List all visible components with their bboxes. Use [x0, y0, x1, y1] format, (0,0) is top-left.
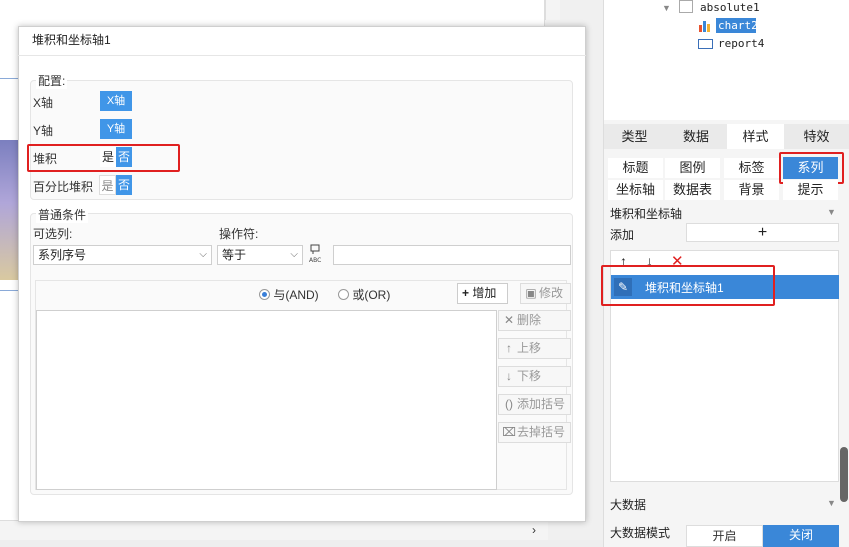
- x-axis-label: X轴: [33, 96, 54, 110]
- page-icon: [679, 0, 693, 13]
- highlight-box: [27, 144, 180, 172]
- radio-selected-icon: [259, 289, 270, 300]
- subtab-legend[interactable]: 图例: [665, 158, 720, 178]
- delete-condition-button[interactable]: ✕ 删除: [498, 310, 571, 331]
- tree-item-chart[interactable]: chart2: [716, 18, 758, 33]
- tab-effects[interactable]: 特效: [784, 124, 849, 149]
- dialog-title: 堆积和坐标轴1: [32, 33, 111, 47]
- guide-line: [0, 290, 18, 291]
- add-item-button[interactable]: +: [686, 223, 839, 242]
- big-data-mode-label: 大数据模式: [610, 526, 671, 540]
- move-down-button[interactable]: ↓ 下移: [498, 366, 571, 387]
- chevron-down-icon[interactable]: ▼: [827, 207, 836, 217]
- and-radio-label: 与(AND): [273, 288, 319, 302]
- subtab-datasheet[interactable]: 数据表: [665, 180, 720, 200]
- or-radio-label: 或(OR): [352, 288, 391, 302]
- guide-line: [0, 78, 18, 79]
- operator-select[interactable]: 等于 ⌵: [217, 245, 303, 265]
- plus-icon: +: [462, 286, 470, 300]
- close-icon: ✕: [503, 313, 515, 327]
- subtab-background[interactable]: 背景: [724, 180, 779, 200]
- move-up-label: 上移: [517, 341, 542, 355]
- add-condition-label: 增加: [472, 286, 497, 300]
- section-stack-axis: 堆积和坐标轴: [610, 207, 683, 221]
- tab-type[interactable]: 类型: [604, 124, 665, 149]
- divider: [18, 55, 586, 56]
- chevron-down-icon: ⌵: [290, 249, 298, 260]
- tab-data[interactable]: 数据: [665, 124, 727, 149]
- column-select-value: 系列序号: [38, 248, 87, 262]
- bracket-icon: (): [505, 397, 513, 411]
- remove-bracket-label: 去掉括号: [517, 425, 566, 439]
- add-condition-button[interactable]: + 增加: [457, 283, 508, 304]
- subtab-title[interactable]: 标题: [608, 158, 663, 178]
- condition-value-input[interactable]: [333, 245, 571, 265]
- chart-preview: [0, 140, 18, 280]
- y-axis-select[interactable]: Y轴: [100, 119, 132, 139]
- column-label: 可选列:: [33, 227, 73, 241]
- save-icon: ▣: [525, 286, 537, 300]
- percent-stack-label: 百分比堆积: [33, 180, 94, 194]
- arrow-down-icon: ↓: [506, 369, 512, 383]
- scroll-right-icon[interactable]: ›: [532, 523, 536, 537]
- and-radio[interactable]: 与(AND): [259, 286, 319, 303]
- percent-yes-option[interactable]: 是: [99, 175, 116, 195]
- tree-item-absolute[interactable]: absolute1: [700, 1, 760, 14]
- y-axis-label: Y轴: [33, 124, 54, 138]
- condition-legend: 普通条件: [36, 206, 89, 223]
- column-select[interactable]: 系列序号 ⌵: [33, 245, 212, 265]
- modify-condition-button[interactable]: ▣ 修改: [520, 283, 571, 304]
- status-bar: [0, 540, 603, 547]
- canvas-scrollbar[interactable]: [545, 0, 560, 20]
- horizontal-scrollbar[interactable]: [0, 520, 548, 540]
- operator-label: 操作符:: [219, 227, 259, 241]
- big-data-on-option[interactable]: 开启: [686, 525, 763, 547]
- arrow-up-icon: ↑: [506, 341, 512, 355]
- x-axis-select[interactable]: X轴: [100, 91, 132, 111]
- move-down-label: 下移: [517, 369, 542, 383]
- section-big-data: 大数据: [610, 498, 647, 512]
- svg-text:ABC: ABC: [309, 257, 321, 264]
- subtab-tooltip[interactable]: 提示: [783, 180, 838, 200]
- move-up-button[interactable]: ↑ 上移: [498, 338, 571, 359]
- modify-condition-label: 修改: [539, 286, 564, 300]
- or-radio[interactable]: 或(OR): [338, 286, 390, 303]
- percent-no-option[interactable]: 否: [116, 175, 132, 195]
- delete-condition-label: 删除: [517, 313, 542, 327]
- subtab-label[interactable]: 标签: [724, 158, 779, 178]
- add-bracket-label: 添加括号: [517, 397, 566, 411]
- report-icon: [698, 39, 713, 49]
- condition-list[interactable]: [36, 310, 497, 490]
- radio-icon: [338, 289, 349, 300]
- collapse-icon[interactable]: ▼: [662, 3, 671, 13]
- chevron-down-icon: ⌵: [199, 249, 207, 260]
- operator-select-value: 等于: [222, 248, 247, 262]
- chart-icon: [698, 19, 712, 33]
- tree-item-report[interactable]: report4: [718, 37, 764, 50]
- add-label: 添加: [610, 228, 635, 242]
- highlight-box: [601, 265, 775, 306]
- tab-style[interactable]: 样式: [727, 124, 784, 149]
- subtab-axis[interactable]: 坐标轴: [608, 180, 663, 200]
- config-legend: 配置:: [36, 72, 68, 89]
- add-bracket-button[interactable]: () 添加括号: [498, 394, 571, 415]
- chevron-down-icon[interactable]: ▼: [827, 498, 836, 508]
- plus-icon: +: [757, 224, 768, 241]
- remove-bracket-icon: ⌧: [502, 425, 516, 439]
- big-data-off-option[interactable]: 关闭: [763, 525, 839, 547]
- panel-scrollbar[interactable]: [840, 447, 848, 502]
- remove-bracket-button[interactable]: ⌧去掉括号: [498, 422, 571, 443]
- formula-editor-icon[interactable]: ABC: [308, 244, 328, 264]
